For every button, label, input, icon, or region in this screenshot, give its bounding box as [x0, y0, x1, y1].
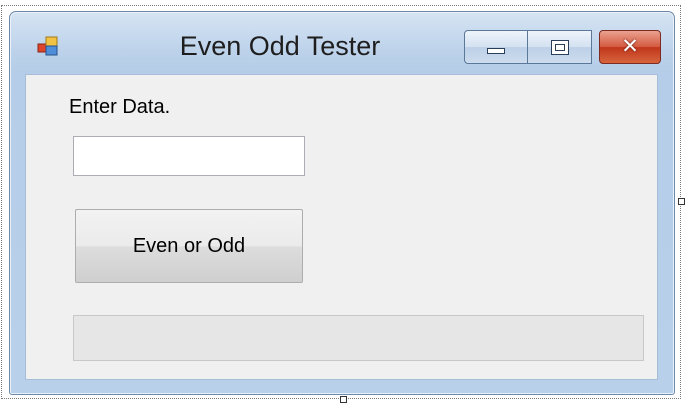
minimize-icon — [487, 48, 505, 54]
form-client-area: Enter Data. Even or Odd — [25, 74, 658, 380]
window-title: Even Odd Tester — [179, 31, 381, 61]
resize-handle-bottom[interactable] — [340, 396, 347, 403]
close-button[interactable]: ✕ — [599, 30, 661, 64]
application-icon[interactable] — [37, 35, 59, 57]
data-input[interactable] — [73, 136, 305, 176]
title-bar[interactable]: Even Odd Tester ✕ — [10, 12, 674, 74]
maximize-icon — [551, 40, 569, 55]
close-icon: ✕ — [621, 34, 639, 58]
even-or-odd-button[interactable]: Even or Odd — [75, 209, 303, 283]
result-label — [73, 315, 644, 361]
resize-handle-right[interactable] — [678, 198, 685, 205]
maximize-button[interactable] — [528, 30, 592, 64]
minimize-button[interactable] — [464, 30, 528, 64]
form-window: Even Odd Tester ✕ Enter Data. Even or Od… — [9, 11, 675, 395]
enter-data-label: Enter Data. — [69, 96, 171, 118]
